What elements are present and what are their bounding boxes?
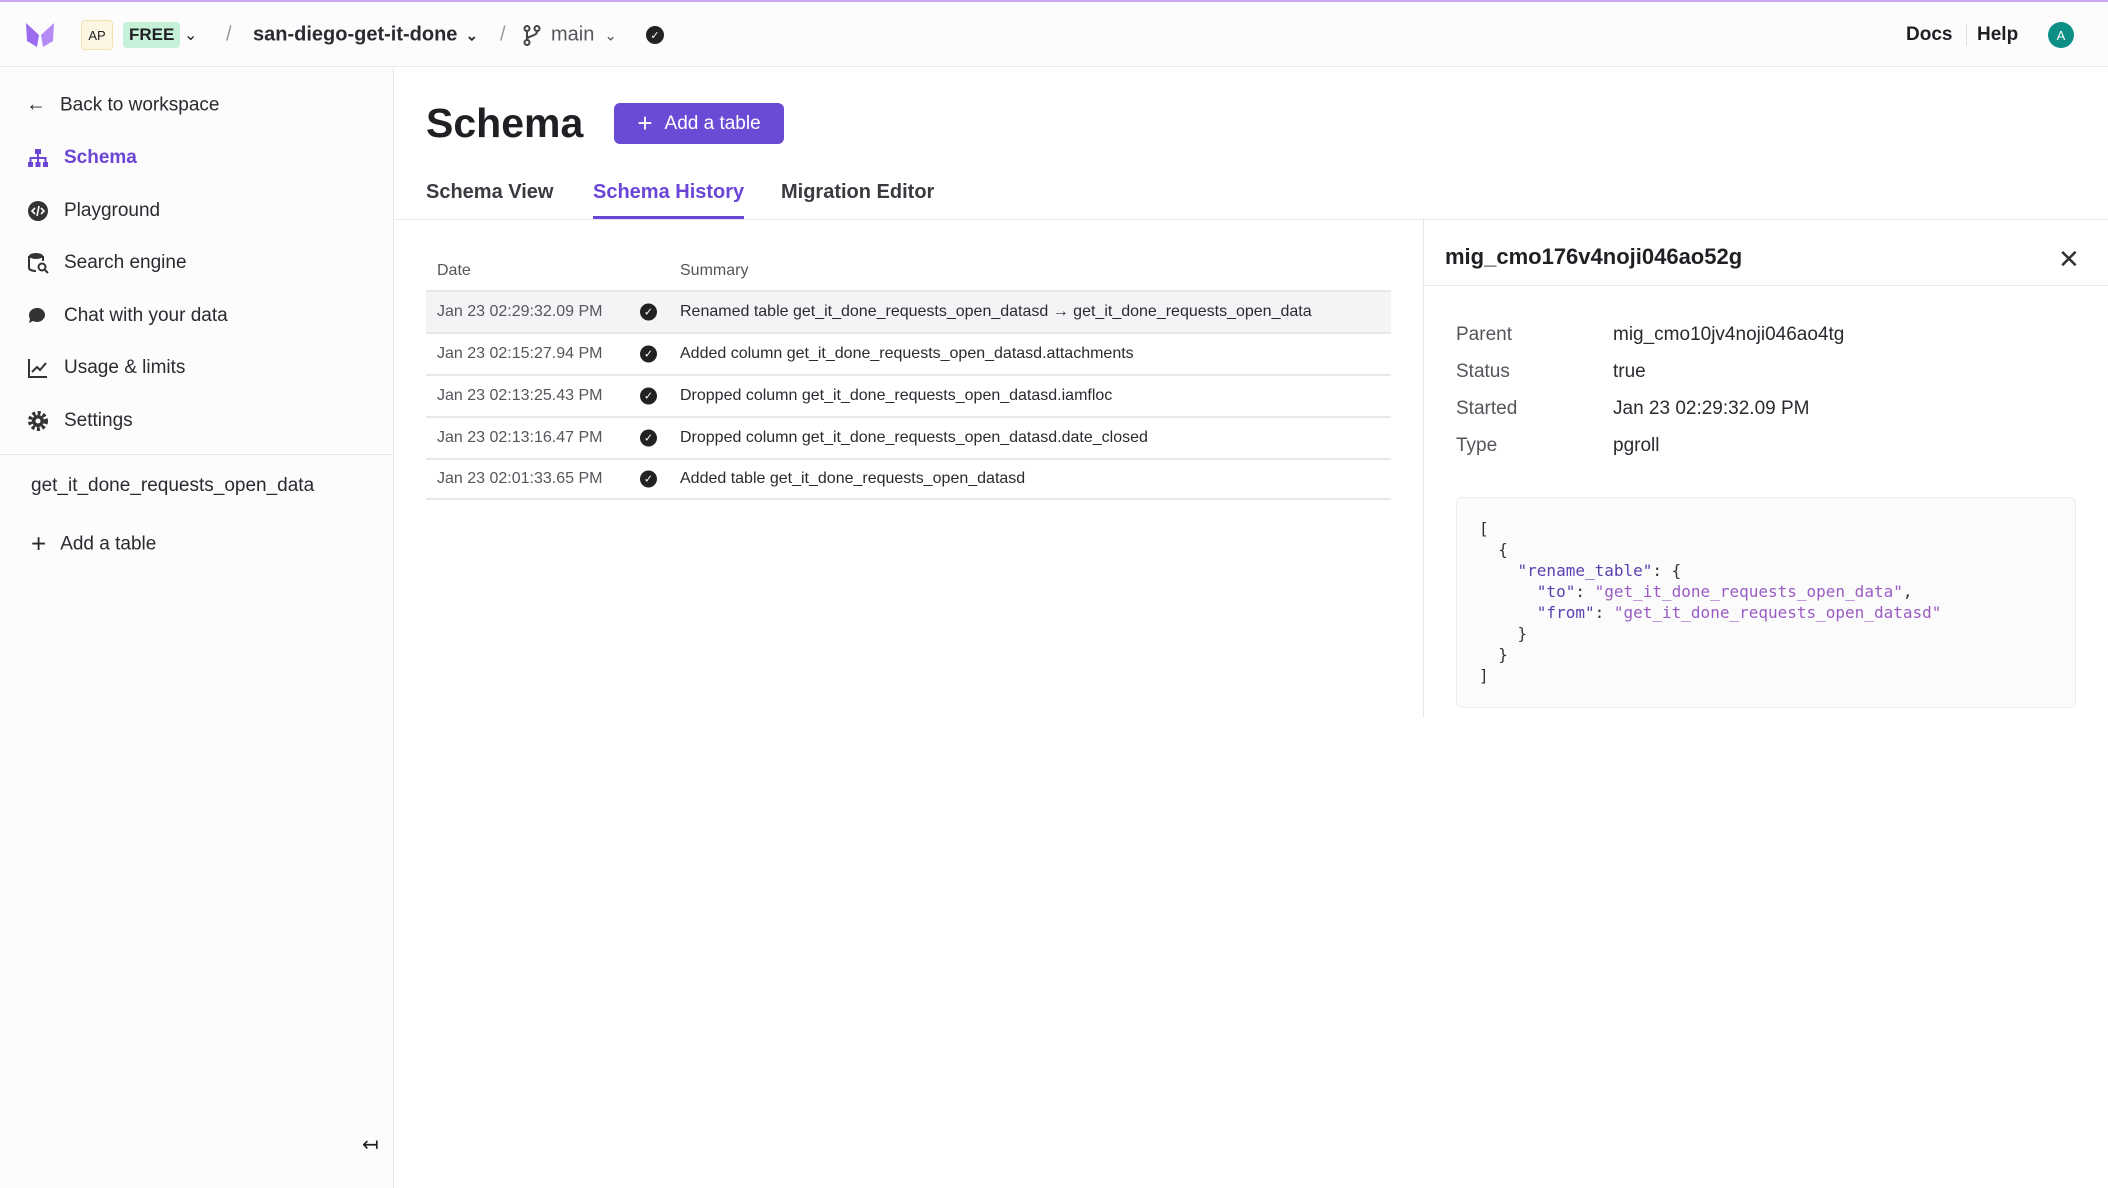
breadcrumb-separator: / (500, 23, 506, 46)
sidebar-item-chat[interactable]: Chat with your data (26, 304, 228, 328)
prop-value: Jan 23 02:29:32.09 PM (1613, 398, 1810, 419)
sidebar-item-playground[interactable]: Playground (26, 199, 160, 223)
sidebar-item-label: Search engine (64, 252, 187, 273)
logo-icon[interactable] (24, 21, 56, 49)
help-link[interactable]: Help (1977, 24, 2018, 46)
prop-value: mig_cmo10jv4noji046ao4tg (1613, 324, 1845, 345)
breadcrumb-separator: / (226, 23, 232, 46)
code-value: "get_it_done_requests_open_data" (1594, 582, 1903, 601)
table-header: Date Summary (426, 252, 1391, 290)
column-summary: Summary (680, 262, 749, 279)
plus-icon: + (637, 108, 653, 138)
check-icon: ✓ (640, 429, 657, 447)
page-title: Schema (426, 100, 584, 146)
sidebar-item-schema[interactable]: Schema (26, 146, 137, 170)
user-avatar[interactable]: A (2048, 22, 2074, 48)
top-bar: AP FREE ⌄ / san-diego-get-it-done ⌄ / mai… (0, 2, 2108, 67)
add-table-button[interactable]: + Add a table (614, 103, 784, 144)
tab-schema-view[interactable]: Schema View (426, 181, 553, 216)
back-label: Back to workspace (60, 94, 220, 115)
chevron-down-icon: ⌄ (465, 27, 479, 44)
schema-icon (28, 149, 48, 167)
code-key: "to" (1536, 582, 1576, 601)
sidebar-table-item[interactable]: get_it_done_requests_open_data (31, 475, 314, 497)
row-summary: Dropped column get_it_done_requests_open… (680, 387, 1113, 404)
branch-selector[interactable]: main ⌄ (523, 24, 617, 47)
add-table-label: Add a table (60, 533, 157, 554)
row-date: Jan 23 02:15:27.94 PM (437, 345, 603, 362)
branch-icon (523, 24, 541, 46)
check-icon: ✓ (640, 345, 657, 363)
sidebar-item-label: Usage & limits (64, 357, 186, 378)
row-date: Jan 23 02:13:25.43 PM (437, 387, 603, 404)
tab-migration-editor[interactable]: Migration Editor (781, 181, 934, 216)
chart-icon (28, 359, 47, 378)
check-icon: ✓ (640, 303, 657, 321)
row-date: Jan 23 02:13:16.47 PM (437, 429, 603, 446)
playground-icon (28, 201, 48, 221)
migration-title: mig_cmo176v4noji046ao52g (1445, 244, 1743, 269)
branch-name: main (551, 23, 595, 46)
table-row[interactable]: Jan 23 02:29:32.09 PM ✓ Renamed table get_… (426, 290, 1391, 332)
history-table: Date Summary Jan 23 02:29:32.09 PM ✓ Rename… (426, 252, 1391, 500)
table-row[interactable]: Jan 23 02:13:16.47 PM ✓ Dropped column get… (426, 416, 1391, 458)
sidebar-add-table[interactable]: + Add a table (31, 529, 156, 560)
divider (1424, 285, 2108, 286)
plus-icon: + (31, 528, 47, 559)
search-engine-icon (28, 253, 49, 274)
row-summary: Added table get_it_done_requests_open_da… (680, 470, 1026, 487)
table-row[interactable]: Jan 23 02:13:25.43 PM ✓ Dropped column get… (426, 374, 1391, 416)
prop-label: Type (1456, 435, 1498, 456)
row-date: Jan 23 02:01:33.65 PM (437, 470, 603, 487)
chat-icon (28, 307, 45, 323)
database-name: san-diego-get-it-done (253, 23, 458, 46)
sidebar-item-usage[interactable]: Usage & limits (26, 356, 185, 380)
prop-value: pgroll (1613, 435, 1660, 456)
prop-value: true (1613, 361, 1646, 382)
status-check-icon: ✓ (646, 26, 664, 44)
row-summary: Renamed table get_it_done_requests_open_… (680, 303, 1312, 320)
row-summary: Dropped column get_it_done_requests_open… (680, 429, 1148, 446)
add-table-button-label: Add a table (664, 112, 761, 134)
close-icon[interactable]: ✕ (2058, 244, 2080, 275)
prop-label: Started (1456, 398, 1518, 419)
sidebar-item-search-engine[interactable]: Search engine (26, 251, 187, 275)
check-icon: ✓ (640, 387, 657, 405)
table-row[interactable]: Jan 23 02:01:33.65 PM ✓ Added table get_it… (426, 458, 1391, 500)
sidebar-item-label: Playground (64, 200, 161, 221)
row-date: Jan 23 02:29:32.09 PM (437, 303, 603, 320)
gear-icon (28, 411, 48, 431)
prop-label: Parent (1456, 324, 1512, 345)
code-value: "get_it_done_requests_open_datasd" (1613, 603, 1942, 622)
plan-badge: FREE (123, 22, 181, 48)
divider (0, 454, 394, 455)
sidebar-item-label: Settings (64, 410, 133, 431)
sidebar: ← Back to workspace Schema Playground Sea… (0, 68, 394, 1188)
tab-schema-history[interactable]: Schema History (593, 181, 745, 219)
code-key: "from" (1536, 603, 1595, 622)
check-icon: ✓ (640, 470, 657, 488)
row-summary: Added column get_it_done_requests_open_d… (680, 345, 1134, 362)
database-selector[interactable]: san-diego-get-it-done ⌄ (253, 24, 478, 47)
code-key: "rename_table" (1517, 561, 1653, 580)
sidebar-item-settings[interactable]: Settings (26, 409, 133, 433)
chevron-down-icon: ⌄ (604, 27, 617, 44)
collapse-sidebar-icon[interactable]: ↤ (362, 1132, 379, 1157)
migration-json-code: [ { "rename_table": { "to": "get_it_done… (1456, 497, 2076, 708)
back-to-workspace-link[interactable]: ← Back to workspace (26, 94, 219, 117)
docs-link[interactable]: Docs (1906, 24, 1952, 46)
column-date: Date (437, 262, 471, 279)
workspace-avatar[interactable]: AP (81, 20, 113, 50)
table-row[interactable]: Jan 23 02:15:27.94 PM ✓ Added column get_i… (426, 332, 1391, 374)
arrow-left-icon: ← (26, 93, 46, 116)
sidebar-item-label: Chat with your data (64, 305, 228, 326)
prop-label: Status (1456, 361, 1510, 382)
sidebar-item-label: Schema (64, 147, 137, 168)
divider (1966, 24, 1967, 46)
workspace-chevron-down-icon[interactable]: ⌄ (184, 25, 197, 45)
